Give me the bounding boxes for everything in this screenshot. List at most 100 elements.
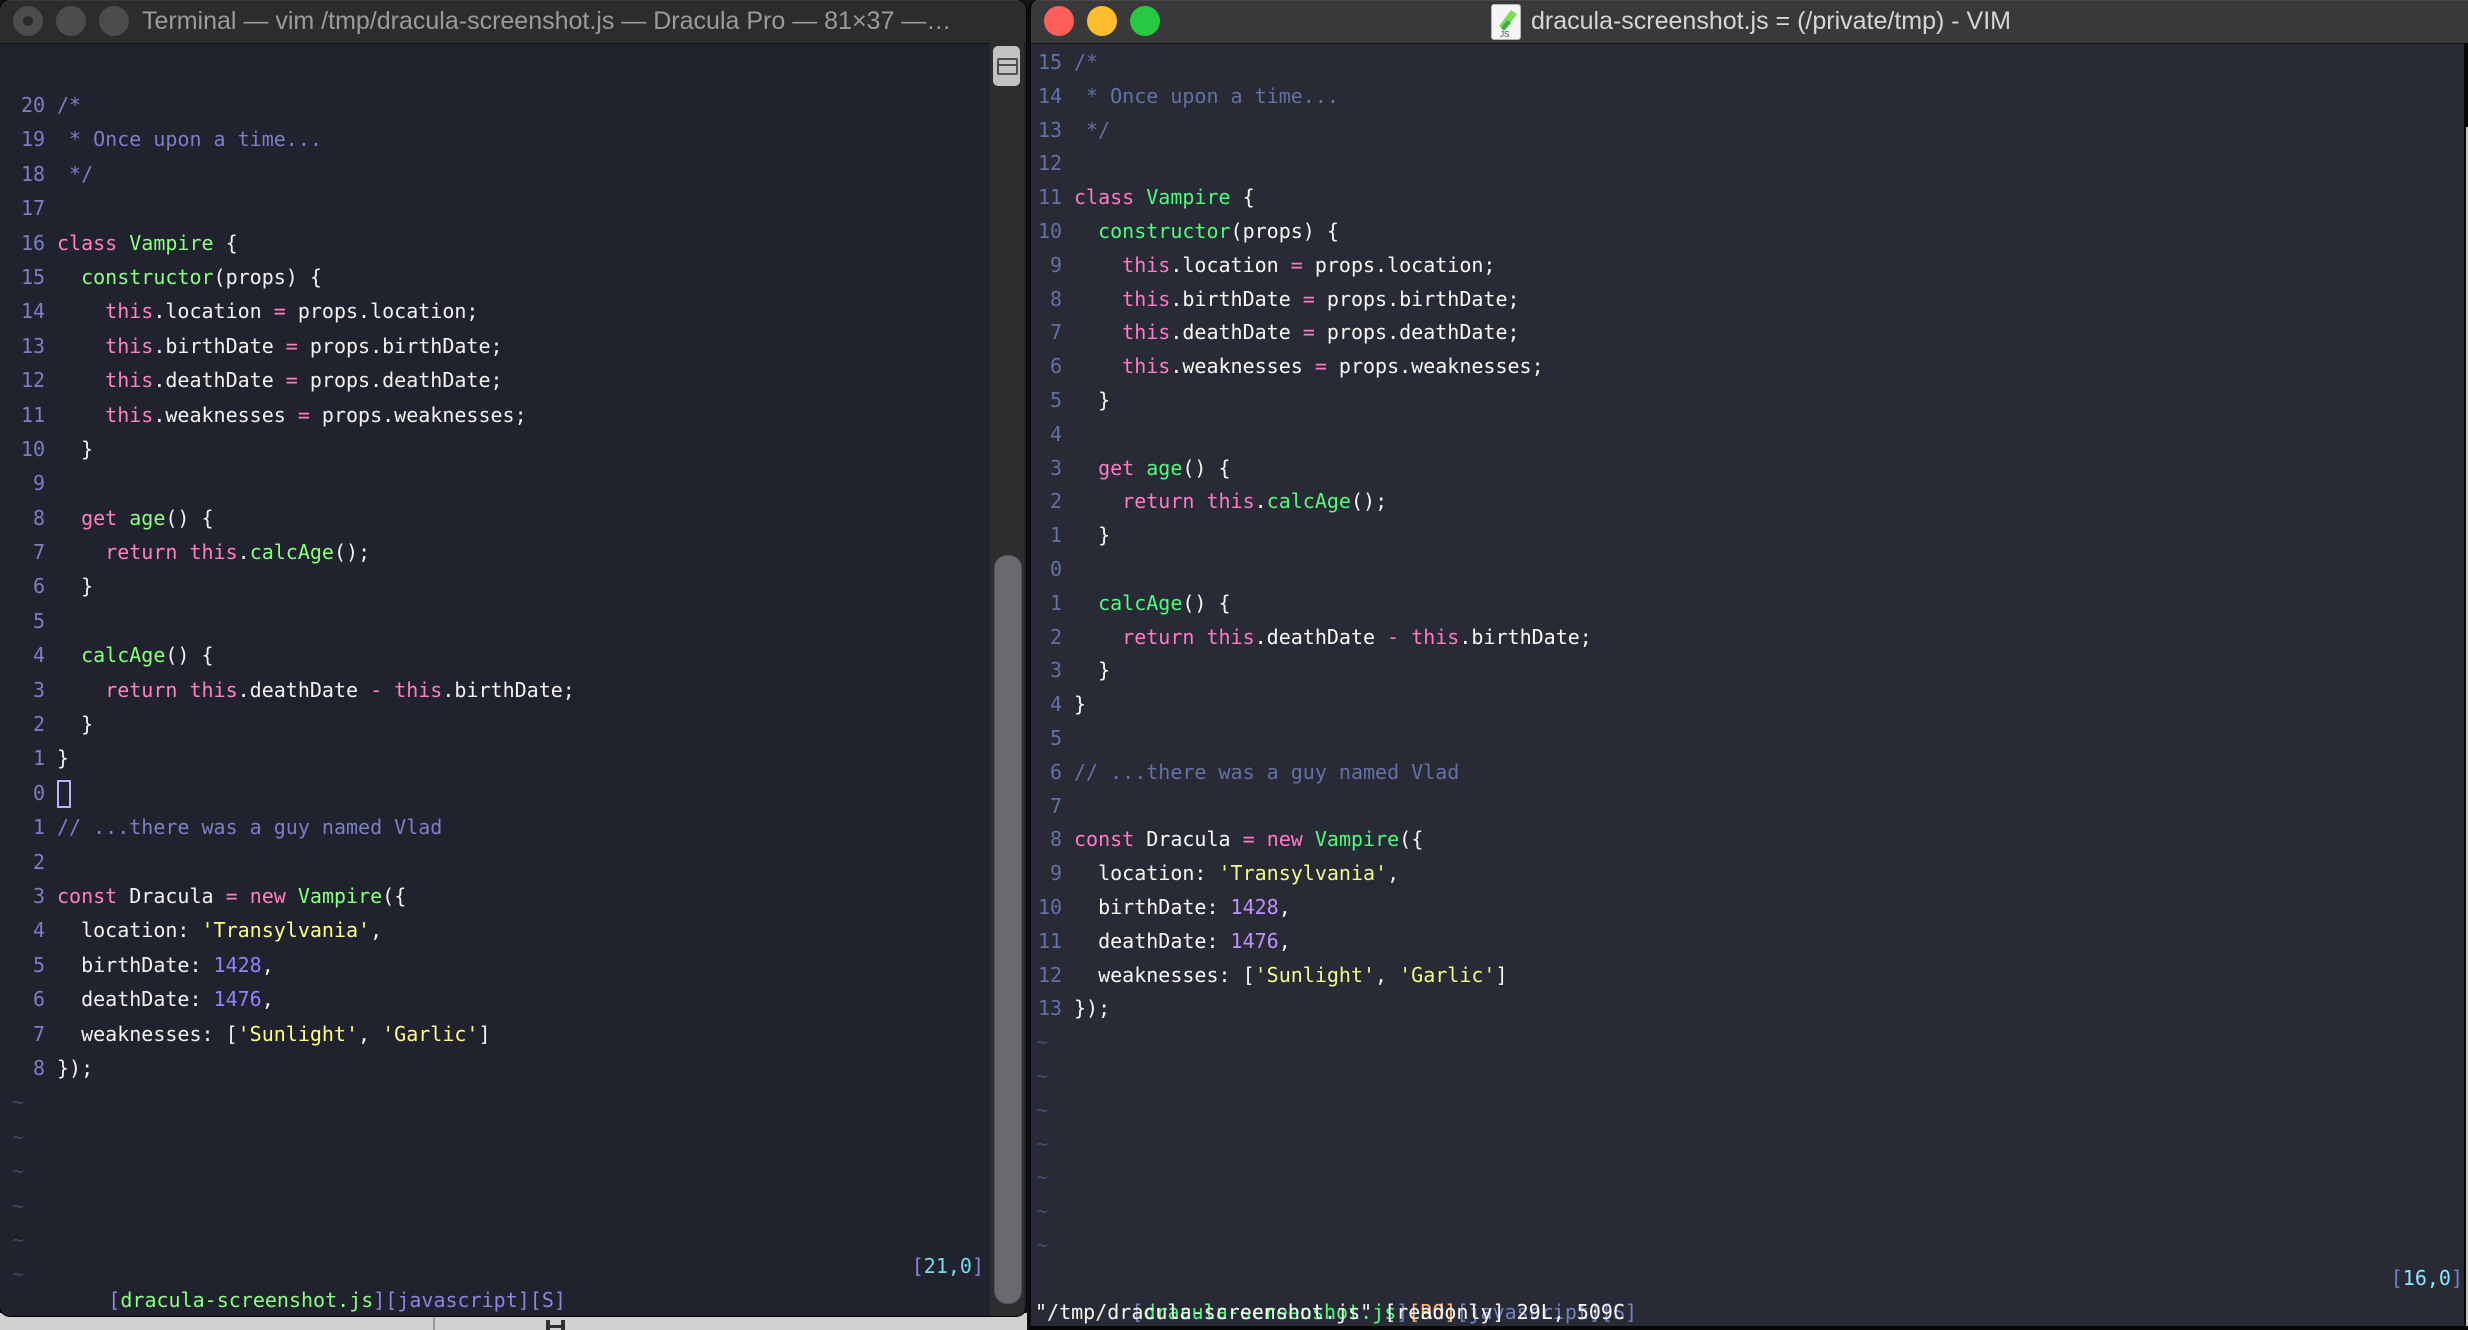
code-text: */ <box>57 157 93 191</box>
line-number: 6 <box>1049 759 1062 784</box>
line-number: 15 <box>1038 50 1063 74</box>
line-number: 20 <box>21 93 46 117</box>
code-line: 7 weaknesses: ['Sunlight', 'Garlic'] <box>0 1017 986 1051</box>
zoom-button[interactable] <box>99 6 129 36</box>
code-token: this <box>105 368 154 393</box>
code-line: 15 constructor(props) { <box>0 260 986 294</box>
split-pane-button[interactable] <box>993 46 1020 86</box>
line-number: 5 <box>1049 725 1062 750</box>
code-token: .birthDate <box>1170 286 1303 311</box>
code-text: weaknesses: ['Sunlight', 'Garlic'] <box>1074 959 1507 993</box>
terminal-scrollbar <box>990 43 1024 1316</box>
code-token: props.weaknesses; <box>309 402 527 427</box>
code-token: Vampire <box>297 883 383 908</box>
code-token: // ...there was a guy named Vlad <box>57 815 443 840</box>
empty-buffer-line: ~ <box>1031 1195 2431 1229</box>
code-token: () { <box>1182 455 1231 480</box>
code-line: 5 } <box>1031 384 2431 418</box>
js-document-icon[interactable]: JS <box>1490 3 1521 40</box>
line-number: 9 <box>32 471 45 496</box>
code-line: 9 location: 'Transylvania', <box>1031 857 2431 891</box>
window-title: dracula-screenshot.js = (/private/tmp) -… <box>1530 7 2012 35</box>
close-button[interactable] <box>13 6 43 36</box>
code-token: - <box>1387 624 1400 649</box>
line-number: 9 <box>1049 252 1062 277</box>
terminal-titlebar[interactable]: Terminal — vim /tmp/dracula-screenshot.j… <box>0 0 1026 44</box>
code-token: this <box>394 677 443 702</box>
code-token: , <box>1375 962 1400 987</box>
code-token: = <box>1302 320 1315 345</box>
code-text: // ...there was a guy named Vlad <box>1074 756 1459 790</box>
line-number: 11 <box>1038 185 1063 210</box>
code-token: constructor <box>81 264 214 289</box>
scrollbar-thumb[interactable] <box>994 555 1022 1304</box>
terminal-window: Terminal — vim /tmp/dracula-screenshot.j… <box>0 0 1026 1316</box>
code-token: * Once upon a time... <box>57 127 322 152</box>
code-token: = <box>1314 354 1327 379</box>
code-line: 6 } <box>0 569 986 603</box>
code-token: (props) { <box>1230 218 1339 243</box>
line-number: 0 <box>32 780 45 805</box>
code-token: .weaknesses <box>153 402 298 427</box>
minimize-button[interactable] <box>56 6 86 36</box>
minimize-button[interactable] <box>1087 6 1117 36</box>
code-token: , <box>261 952 274 977</box>
code-token: props.weaknesses; <box>1326 354 1544 379</box>
code-line: 17 <box>0 191 986 225</box>
code-line: 13 this.birthDate = props.birthDate; <box>0 329 986 363</box>
code-token: age <box>1146 455 1183 480</box>
code-token: const <box>1074 827 1135 852</box>
code-token: calcAge <box>249 540 334 565</box>
tilde-marker: ~ <box>12 1090 25 1115</box>
vim-command-line: "/tmp/dracula-screenshot.js" [readonly] … <box>1035 1300 1626 1324</box>
code-line: 12 weaknesses: ['Sunlight', 'Garlic'] <box>1031 959 2431 993</box>
code-line: 5 <box>0 604 986 638</box>
code-token: (); <box>1350 489 1388 514</box>
empty-buffer-line: ~ <box>0 1085 986 1119</box>
line-number: 3 <box>1049 658 1062 683</box>
code-line: 1 // ...there was a guy named Vlad <box>0 810 986 844</box>
line-number: 4 <box>1049 692 1062 717</box>
macvim-titlebar[interactable]: JS dracula-screenshot.js = (/private/tmp… <box>1031 0 2468 44</box>
empty-buffer-line: ~ <box>1031 1128 2431 1162</box>
code-token: deathDate: <box>1074 928 1231 953</box>
code-token: new <box>1266 827 1303 852</box>
code-token: class <box>57 230 118 255</box>
code-token: . <box>1254 489 1267 514</box>
tilde-marker: ~ <box>12 1193 25 1218</box>
line-number: 5 <box>1049 387 1062 412</box>
code-token: [ <box>911 1254 924 1278</box>
code-line: 3 } <box>1031 654 2431 688</box>
code-token: ] <box>478 1021 491 1046</box>
code-token: .deathDate <box>237 677 371 702</box>
code-text: * Once upon a time... <box>1074 80 1339 114</box>
line-number: 10 <box>21 436 46 461</box>
code-text: this.deathDate = props.deathDate; <box>57 363 502 397</box>
line-number: 11 <box>1038 928 1063 953</box>
code-line: 1} <box>0 741 986 775</box>
code-token: return <box>105 677 178 702</box>
code-token: this <box>1122 354 1171 379</box>
code-text: deathDate: 1476, <box>1074 925 1291 959</box>
tilde-marker: ~ <box>1036 1030 1049 1055</box>
code-token: * Once upon a time... <box>1074 83 1339 108</box>
code-line: 5 birthDate: 1428, <box>0 948 986 982</box>
code-line: 2 } <box>0 707 986 741</box>
code-line: 16 class Vampire { <box>0 226 986 260</box>
zoom-button[interactable] <box>1130 6 1160 36</box>
empty-buffer-line: ~ <box>0 1120 986 1154</box>
close-button[interactable] <box>1044 6 1074 36</box>
code-line: 2 return this.calcAge(); <box>1031 485 2431 519</box>
terminal-content: 20/* 19 * Once upon a time... 18 */17 16 cla… <box>0 43 1026 1316</box>
